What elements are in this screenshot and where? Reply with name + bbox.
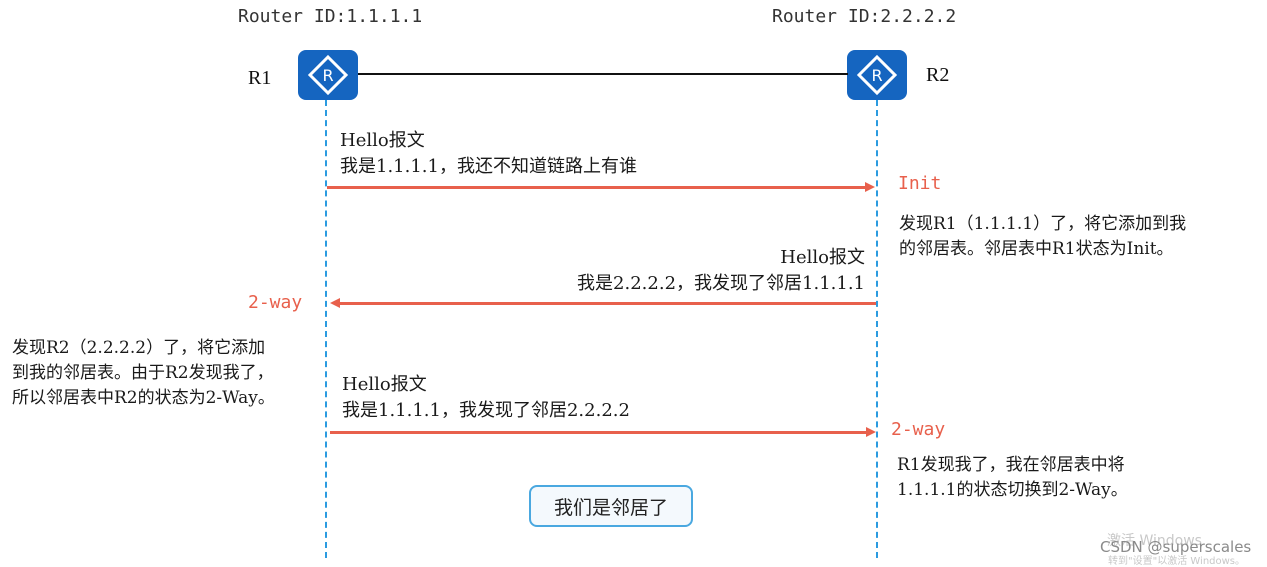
note-line: 到我的邻居表。由于R2发现我了， (12, 363, 274, 383)
neighbor-result-badge: 我们是邻居了 (529, 485, 693, 527)
r2-state-init: Init (898, 173, 942, 194)
r2-lifeline (876, 100, 878, 558)
r2-label: R2 (926, 64, 950, 86)
arrow-head-right-icon (865, 182, 875, 192)
router-link (358, 73, 848, 75)
r2-note-2way: R1发现我了，我在邻居表中将 1.1.1.1的状态切换到2-Way。 (897, 453, 1128, 503)
note-line: 的邻居表。邻居表中R1状态为Init。 (899, 239, 1174, 259)
message-3: Hello报文 我是1.1.1.1，我发现了邻居2.2.2.2 (342, 372, 630, 424)
note-line: 发现R1（1.1.1.1）了，将它添加到我 (899, 214, 1187, 234)
note-line: 1.1.1.1的状态切换到2-Way。 (897, 480, 1128, 500)
message-3-arrow (330, 427, 876, 437)
message-3-body: 我是1.1.1.1，我发现了邻居2.2.2.2 (342, 400, 630, 421)
arrow-head-right-icon (866, 427, 876, 437)
message-2: Hello报文 我是2.2.2.2，我发现了邻居1.1.1.1 (577, 245, 865, 297)
message-1: Hello报文 我是1.1.1.1，我还不知道链路上有谁 (340, 128, 637, 180)
r1-router-id: Router ID:1.1.1.1 (238, 6, 423, 27)
r2-router-id: Router ID:2.2.2.2 (772, 6, 957, 27)
r1-label: R1 (248, 67, 272, 89)
note-line: R1发现我了，我在邻居表中将 (897, 455, 1125, 475)
message-1-body: 我是1.1.1.1，我还不知道链路上有谁 (340, 156, 637, 177)
message-1-title: Hello报文 (340, 130, 425, 151)
message-2-body: 我是2.2.2.2，我发现了邻居1.1.1.1 (577, 273, 865, 294)
note-line: 发现R2（2.2.2.2）了，将它添加 (12, 338, 266, 358)
message-1-arrow (327, 182, 875, 192)
r1-lifeline (325, 100, 327, 558)
message-2-title: Hello报文 (780, 247, 865, 268)
r1-state-2way: 2-way (248, 292, 303, 313)
arrow-head-left-icon (330, 298, 340, 308)
windows-hint-watermark: 转到"设置"以激活 Windows。 (1108, 556, 1246, 567)
r2-router-icon: R (847, 50, 907, 100)
svg-text:R: R (322, 66, 333, 85)
r1-note-2way: 发现R2（2.2.2.2）了，将它添加 到我的邻居表。由于R2发现我了， 所以邻… (12, 336, 275, 411)
r2-note-init: 发现R1（1.1.1.1）了，将它添加到我 的邻居表。邻居表中R1状态为Init… (899, 212, 1186, 262)
message-2-arrow (330, 298, 876, 308)
r2-state-2way: 2-way (891, 419, 946, 440)
note-line: 所以邻居表中R2的状态为2-Way。 (12, 388, 275, 408)
r1-router-icon: R (298, 50, 358, 100)
message-3-title: Hello报文 (342, 374, 427, 395)
svg-text:R: R (871, 66, 882, 85)
